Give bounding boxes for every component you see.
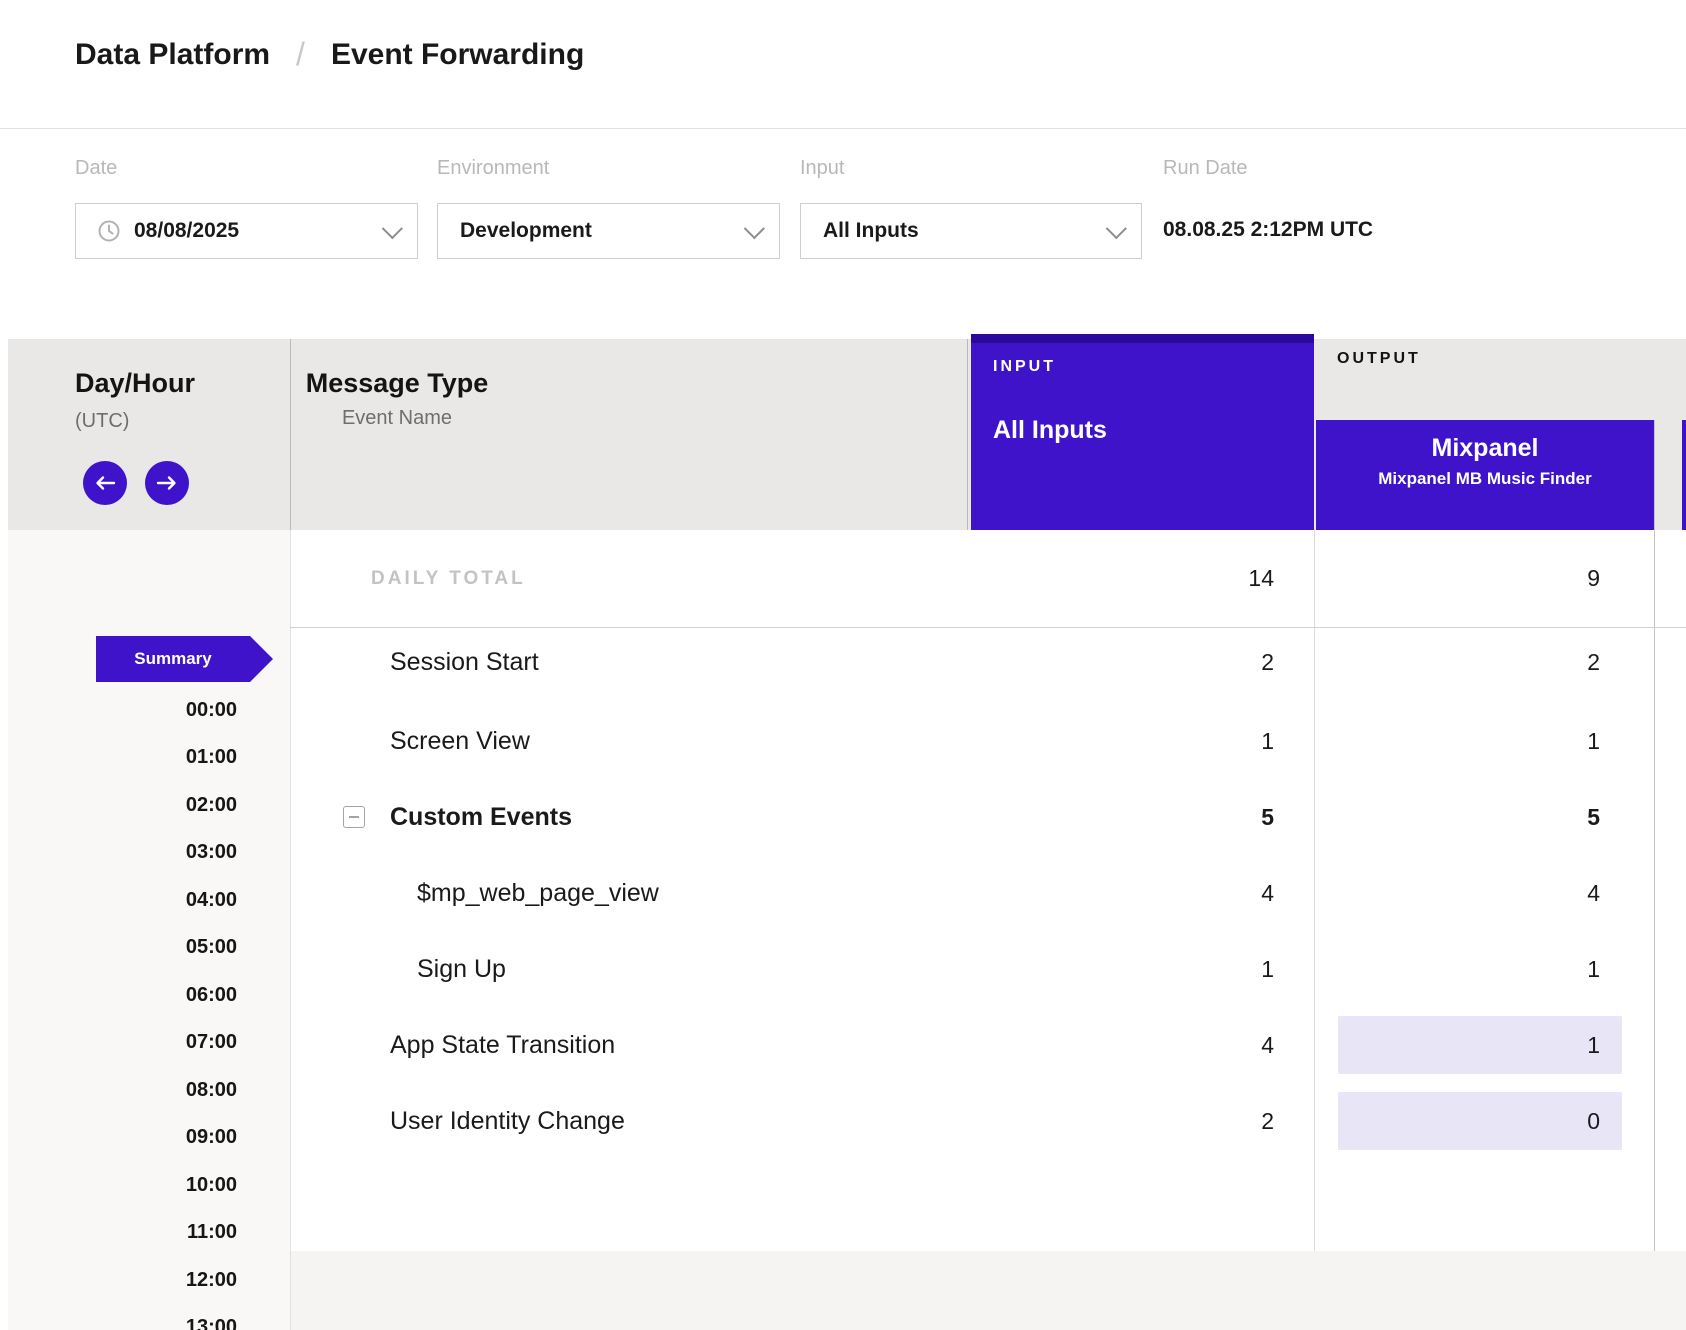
daily-total-input-value: 14 bbox=[968, 530, 1314, 627]
summary-badge-arrow bbox=[250, 636, 273, 682]
row-label: App State Transition bbox=[290, 1031, 615, 1060]
hour-row-label[interactable]: 11:00 bbox=[8, 1209, 237, 1255]
date-select-value: 08/08/2025 bbox=[134, 219, 382, 243]
environment-filter-label: Environment bbox=[437, 157, 549, 180]
input-select-value: All Inputs bbox=[823, 219, 1106, 243]
row-label: Custom Events bbox=[290, 803, 572, 832]
run-date-value: 08.08.25 2:12PM UTC bbox=[1163, 218, 1373, 242]
hour-row-label[interactable]: 13:00 bbox=[8, 1304, 237, 1330]
row-label: Session Start bbox=[290, 648, 539, 677]
table-row-sign-up: Sign Up 1 1 bbox=[290, 933, 1686, 1005]
table-row-user-identity-change: User Identity Change 2 0 bbox=[290, 1085, 1686, 1157]
collapse-minus-icon[interactable] bbox=[343, 806, 365, 828]
output-column-name: Mixpanel bbox=[1316, 434, 1654, 463]
row-input-value: 2 bbox=[968, 1085, 1314, 1157]
row-label: $mp_web_page_view bbox=[290, 879, 659, 908]
hour-row-label[interactable]: 08:00 bbox=[8, 1067, 237, 1113]
row-output-value: 1 bbox=[1314, 705, 1654, 777]
arrow-right-icon bbox=[156, 475, 178, 491]
hour-row-label[interactable]: 10:00 bbox=[8, 1162, 237, 1208]
environment-select-value: Development bbox=[460, 219, 744, 243]
table-row-app-state-transition: App State Transition 4 1 bbox=[290, 1009, 1686, 1081]
table-footer-area bbox=[290, 1251, 1686, 1330]
table-row-screen-view: Screen View 1 1 bbox=[290, 705, 1686, 777]
row-input-value: 1 bbox=[968, 705, 1314, 777]
hour-row-label[interactable]: 03:00 bbox=[8, 829, 237, 875]
next-output-column-sliver bbox=[1682, 420, 1686, 530]
hour-row-label[interactable]: 01:00 bbox=[8, 734, 237, 780]
hour-row-label[interactable]: 07:00 bbox=[8, 1019, 237, 1065]
summary-row-badge[interactable]: Summary bbox=[96, 636, 250, 682]
row-input-value: 2 bbox=[968, 626, 1314, 698]
chevron-down-icon bbox=[744, 218, 765, 239]
highlighted-output-cell[interactable]: 1 bbox=[1338, 1016, 1622, 1074]
hour-row-label[interactable]: 09:00 bbox=[8, 1114, 237, 1160]
day-hour-subtitle: (UTC) bbox=[75, 410, 129, 433]
table-row-custom-events: Custom Events 5 5 bbox=[290, 781, 1686, 853]
input-select[interactable]: All Inputs bbox=[800, 203, 1142, 259]
row-input-value: 5 bbox=[968, 781, 1314, 853]
previous-day-button[interactable] bbox=[83, 461, 127, 505]
row-input-value: 4 bbox=[968, 857, 1314, 929]
row-output-value: 4 bbox=[1314, 857, 1654, 929]
input-column-header: INPUT All Inputs bbox=[971, 334, 1314, 530]
input-filter-label: Input bbox=[800, 157, 844, 180]
hour-row-label[interactable]: 05:00 bbox=[8, 924, 237, 970]
table-row-mp-web-page-view: $mp_web_page_view 4 4 bbox=[290, 857, 1686, 929]
date-select[interactable]: 08/08/2025 bbox=[75, 203, 418, 259]
row-output-value: 1 bbox=[1314, 933, 1654, 1005]
run-date-label: Run Date bbox=[1163, 157, 1248, 180]
daily-total-row: DAILY TOTAL 14 9 bbox=[290, 530, 1686, 627]
arrow-left-icon bbox=[94, 475, 116, 491]
daily-total-label-cell: DAILY TOTAL bbox=[290, 530, 968, 627]
row-output-value: 2 bbox=[1314, 626, 1654, 698]
message-type-header: Message Type Event Name bbox=[297, 368, 497, 430]
daily-total-output-value: 9 bbox=[1314, 530, 1654, 627]
hour-row-label[interactable]: 00:00 bbox=[8, 687, 237, 733]
hour-row-label[interactable]: 02:00 bbox=[8, 782, 237, 828]
environment-select[interactable]: Development bbox=[437, 203, 780, 259]
breadcrumb-separator: / bbox=[296, 36, 305, 73]
daily-total-label: DAILY TOTAL bbox=[371, 568, 526, 590]
row-label: Sign Up bbox=[290, 955, 506, 984]
message-type-title: Message Type bbox=[297, 368, 497, 399]
output-column-subtitle: Mixpanel MB Music Finder bbox=[1316, 469, 1654, 489]
hour-row-label[interactable]: 12:00 bbox=[8, 1257, 237, 1303]
breadcrumb: Data Platform / Event Forwarding bbox=[75, 36, 584, 73]
highlighted-output-cell[interactable]: 0 bbox=[1338, 1092, 1622, 1150]
clock-icon bbox=[98, 220, 120, 242]
chevron-down-icon bbox=[382, 218, 403, 239]
grid-line bbox=[290, 339, 291, 530]
input-group-label: INPUT bbox=[993, 358, 1314, 376]
row-label: Screen View bbox=[290, 727, 530, 756]
event-forwarding-page: Data Platform / Event Forwarding Date En… bbox=[0, 0, 1686, 1330]
hour-row-label[interactable]: 06:00 bbox=[8, 972, 237, 1018]
row-input-value: 4 bbox=[968, 1009, 1314, 1081]
row-label: User Identity Change bbox=[290, 1107, 625, 1136]
breadcrumb-section[interactable]: Data Platform bbox=[75, 38, 270, 72]
next-day-button[interactable] bbox=[145, 461, 189, 505]
output-group-label: OUTPUT bbox=[1337, 350, 1421, 368]
input-column-name: All Inputs bbox=[993, 416, 1314, 445]
row-output-value: 5 bbox=[1314, 781, 1654, 853]
date-filter-label: Date bbox=[75, 157, 117, 180]
page-title: Event Forwarding bbox=[331, 38, 584, 72]
day-hour-header: Day/Hour bbox=[75, 368, 195, 399]
table-row-session-start: Session Start 2 2 bbox=[290, 626, 1686, 698]
hour-row-label[interactable]: 04:00 bbox=[8, 877, 237, 923]
output-column-header-mixpanel[interactable]: Mixpanel Mixpanel MB Music Finder bbox=[1316, 420, 1654, 530]
grid-line bbox=[967, 339, 968, 530]
chevron-down-icon bbox=[1106, 218, 1127, 239]
message-type-subtitle: Event Name bbox=[297, 407, 497, 430]
row-input-value: 1 bbox=[968, 933, 1314, 1005]
